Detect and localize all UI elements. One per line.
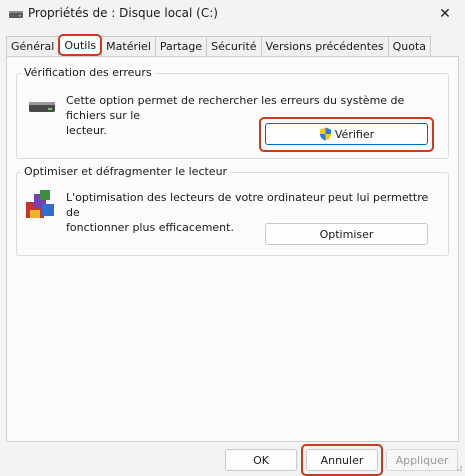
optimize-title: Optimiser et défragmenter le lecteur: [21, 165, 231, 178]
tab-strip: Général Outils Matériel Partage Sécurité…: [6, 34, 432, 56]
tab-quota[interactable]: Quota: [387, 36, 432, 56]
title-bar: Propriétés de : Disque local (C:) ✕: [0, 0, 465, 28]
optimize-button[interactable]: Optimiser: [265, 223, 428, 245]
close-button[interactable]: ✕: [425, 0, 465, 28]
resize-grip-icon[interactable]: [453, 462, 463, 472]
uac-shield-icon: [319, 127, 331, 141]
tab-securite[interactable]: Sécurité: [206, 36, 262, 56]
hard-drive-icon: [29, 102, 55, 112]
error-check-title: Vérification des erreurs: [21, 66, 155, 79]
drive-icon: [9, 11, 23, 18]
tab-outils[interactable]: Outils: [58, 34, 103, 56]
window-title: Propriétés de : Disque local (C:): [28, 6, 218, 20]
close-icon: ✕: [439, 6, 451, 22]
tab-versions-precedentes[interactable]: Versions précédentes: [260, 36, 389, 56]
tab-general[interactable]: Général: [6, 36, 60, 56]
verify-button-label: Vérifier: [334, 127, 375, 141]
tab-partage[interactable]: Partage: [154, 36, 208, 56]
optimize-button-label: Optimiser: [319, 227, 374, 241]
ok-button[interactable]: OK: [225, 449, 297, 471]
cancel-button[interactable]: Annuler: [306, 449, 378, 471]
verify-button[interactable]: Vérifier: [265, 123, 428, 145]
apply-button: Appliquer: [386, 449, 458, 471]
defrag-icon: [26, 190, 54, 218]
tab-materiel[interactable]: Matériel: [101, 36, 156, 56]
